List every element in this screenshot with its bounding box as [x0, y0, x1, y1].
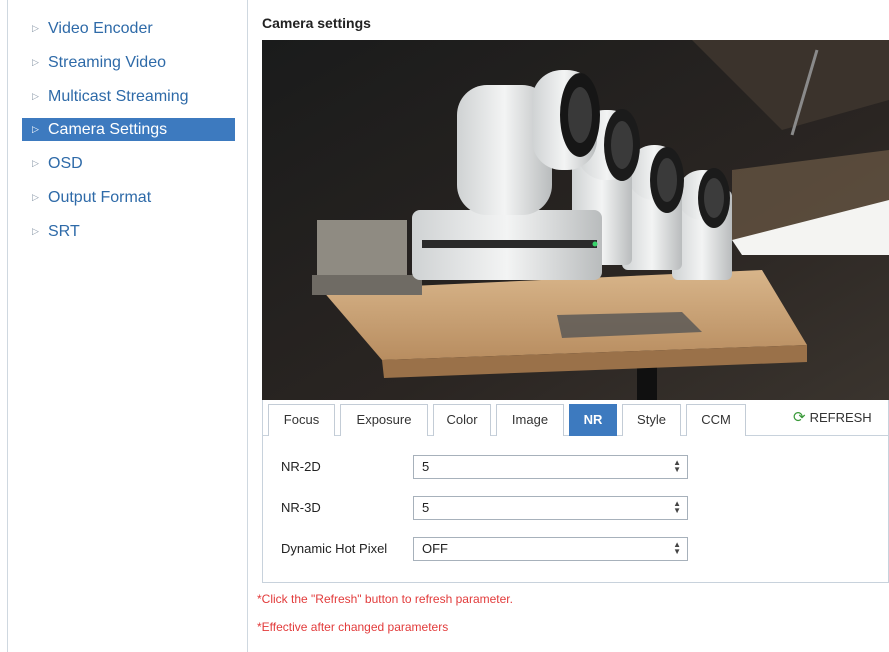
page-title: Camera settings	[262, 15, 371, 31]
sidebar-item-label: Camera Settings	[48, 121, 168, 138]
nr-3d-value: 5	[422, 500, 430, 515]
refresh-note: *Click the "Refresh" button to refresh p…	[257, 592, 513, 606]
sidebar-item-label: Multicast Streaming	[48, 88, 189, 105]
updown-arrows-icon: ▲ ▼	[673, 540, 681, 557]
main-content: Camera settings Focus Exposure Color Ima…	[257, 0, 889, 652]
nr-2d-value: 5	[422, 459, 430, 474]
sidebar-item-osd[interactable]: ▷ OSD	[22, 152, 235, 175]
effective-note: *Effective after changed parameters	[257, 620, 449, 634]
settings-tab-bar: Focus Exposure Color Image NR Style CCM …	[263, 400, 889, 436]
nr-3d-select[interactable]: 5 ▲ ▼	[413, 496, 688, 520]
triangle-right-icon: ▷	[32, 226, 39, 236]
sidebar-item-srt[interactable]: ▷ SRT	[22, 220, 235, 243]
updown-arrows-icon: ▲ ▼	[673, 499, 681, 516]
tab-exposure[interactable]: Exposure	[340, 404, 428, 436]
refresh-label: REFRESH	[809, 410, 872, 425]
sidebar-item-streaming-video[interactable]: ▷ Streaming Video	[22, 51, 235, 74]
sidebar-item-label: Streaming Video	[48, 54, 166, 71]
dynamic-hot-pixel-label: Dynamic Hot Pixel	[281, 541, 388, 556]
tab-nr[interactable]: NR	[569, 404, 617, 436]
tab-focus[interactable]: Focus	[268, 404, 335, 436]
nr-3d-label: NR-3D	[281, 500, 321, 515]
triangle-right-icon: ▷	[32, 192, 39, 202]
sidebar-item-label: Output Format	[48, 189, 152, 206]
triangle-right-icon: ▷	[32, 124, 39, 134]
camera-preview-image	[262, 40, 889, 400]
triangle-right-icon: ▷	[32, 158, 39, 168]
dynamic-hot-pixel-value: OFF	[422, 541, 448, 556]
sidebar-item-label: Video Encoder	[48, 20, 153, 37]
nr-2d-select[interactable]: 5 ▲ ▼	[413, 455, 688, 479]
sidebar-item-video-encoder[interactable]: ▷ Video Encoder	[22, 17, 235, 40]
sidebar-item-output-format[interactable]: ▷ Output Format	[22, 186, 235, 209]
sidebar-item-label: SRT	[48, 223, 80, 240]
refresh-button[interactable]: ⟳ REFRESH	[793, 406, 872, 430]
sidebar: ▷ Video Encoder ▷ Streaming Video ▷ Multica…	[8, 0, 248, 652]
tab-ccm[interactable]: CCM	[686, 404, 746, 436]
triangle-right-icon: ▷	[32, 57, 39, 67]
sidebar-item-label: OSD	[48, 155, 83, 172]
settings-panel: Focus Exposure Color Image NR Style CCM …	[262, 400, 889, 583]
updown-arrows-icon: ▲ ▼	[673, 458, 681, 475]
tab-color[interactable]: Color	[433, 404, 491, 436]
triangle-right-icon: ▷	[32, 91, 39, 101]
sidebar-item-camera-settings[interactable]: ▷ Camera Settings	[22, 118, 235, 141]
refresh-icon: ⟳	[793, 409, 806, 426]
tab-style[interactable]: Style	[622, 404, 681, 436]
sidebar-item-multicast-streaming[interactable]: ▷ Multicast Streaming	[22, 85, 235, 108]
tab-image[interactable]: Image	[496, 404, 564, 436]
nr-2d-label: NR-2D	[281, 459, 321, 474]
dynamic-hot-pixel-select[interactable]: OFF ▲ ▼	[413, 537, 688, 561]
triangle-right-icon: ▷	[32, 23, 39, 33]
camera-preview	[262, 40, 889, 400]
